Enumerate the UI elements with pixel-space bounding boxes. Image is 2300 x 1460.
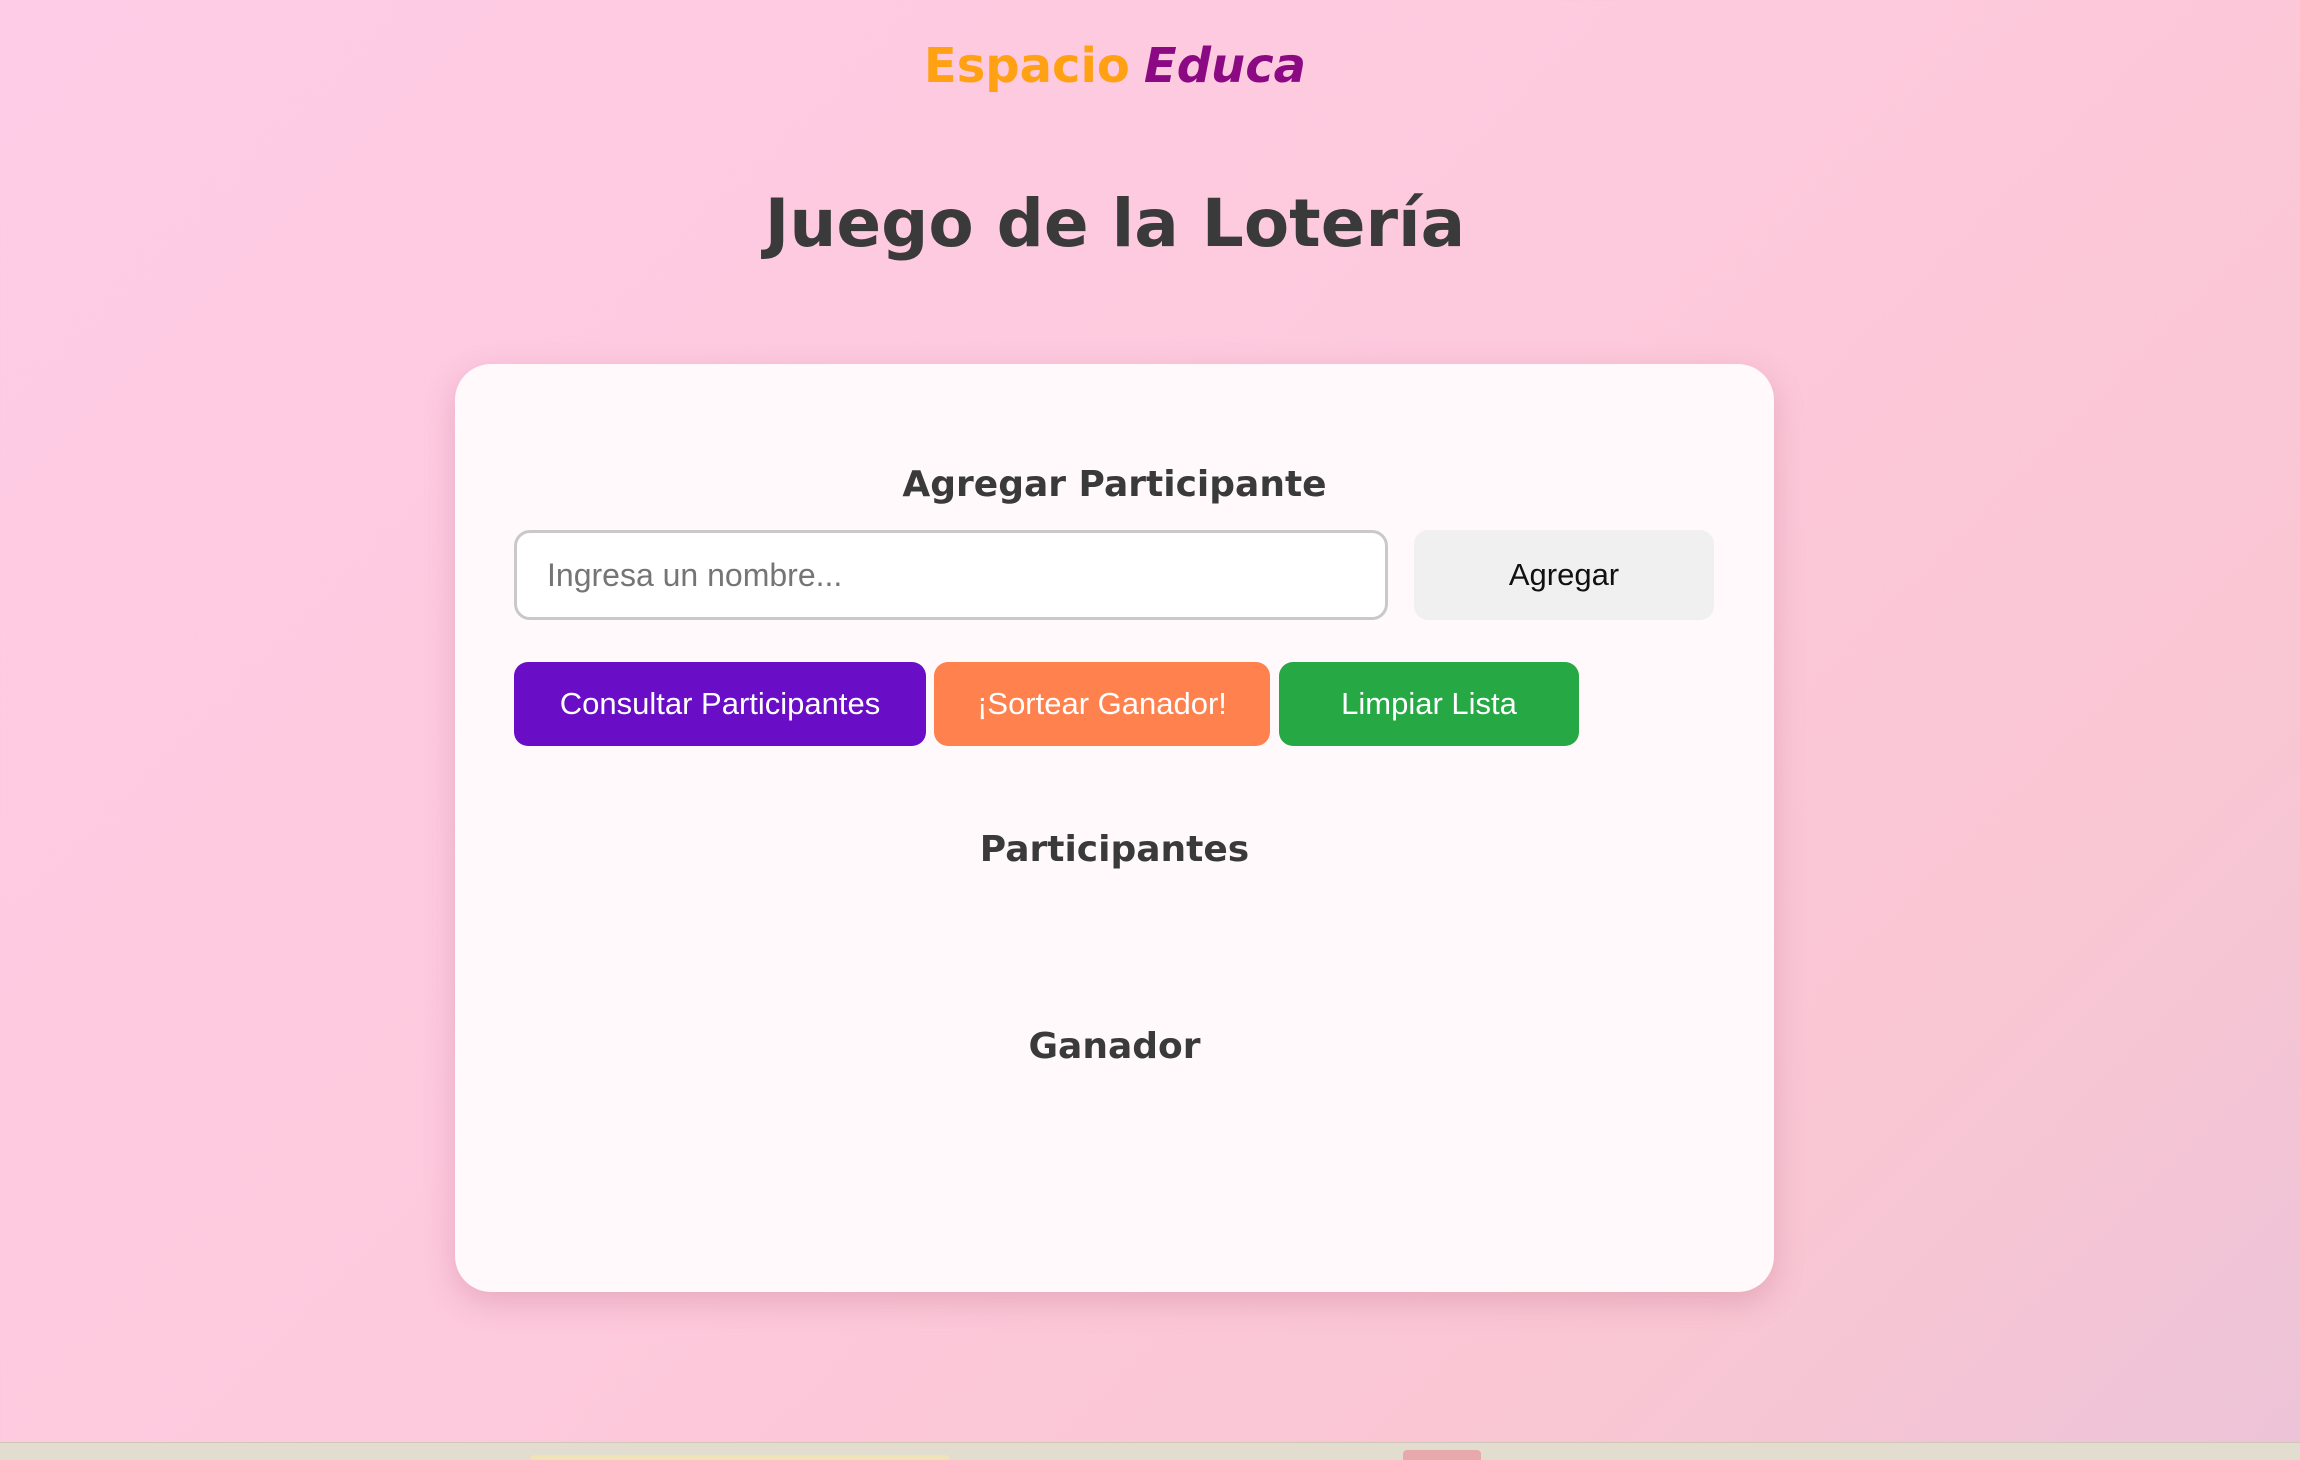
draw-winner-button[interactable]: ¡Sortear Ganador! (934, 662, 1270, 746)
os-taskbar (0, 1442, 2300, 1460)
add-participant-heading: Agregar Participante (902, 464, 1327, 505)
brand-part-educa: Educa (1143, 38, 1307, 94)
winner-heading: Ganador (1028, 1026, 1201, 1067)
participant-name-input[interactable] (514, 530, 1388, 620)
lottery-card: Agregar Participante Agregar Consultar P… (455, 364, 1774, 1292)
winner-result (514, 1092, 1714, 1102)
list-participants-button[interactable]: Consultar Participantes (514, 662, 926, 746)
participants-heading: Participantes (979, 829, 1250, 870)
taskbar-active-app[interactable] (1403, 1450, 1481, 1460)
taskbar-search[interactable] (530, 1455, 950, 1460)
clear-list-button[interactable]: Limpiar Lista (1279, 662, 1579, 746)
add-participant-button[interactable]: Agregar (1414, 530, 1714, 620)
brand-logo: Espacio Educa (0, 38, 2230, 94)
brand-part-espacio: Espacio (923, 38, 1130, 94)
participants-list (514, 894, 1714, 904)
page-title: Juego de la Lotería (764, 185, 1466, 262)
